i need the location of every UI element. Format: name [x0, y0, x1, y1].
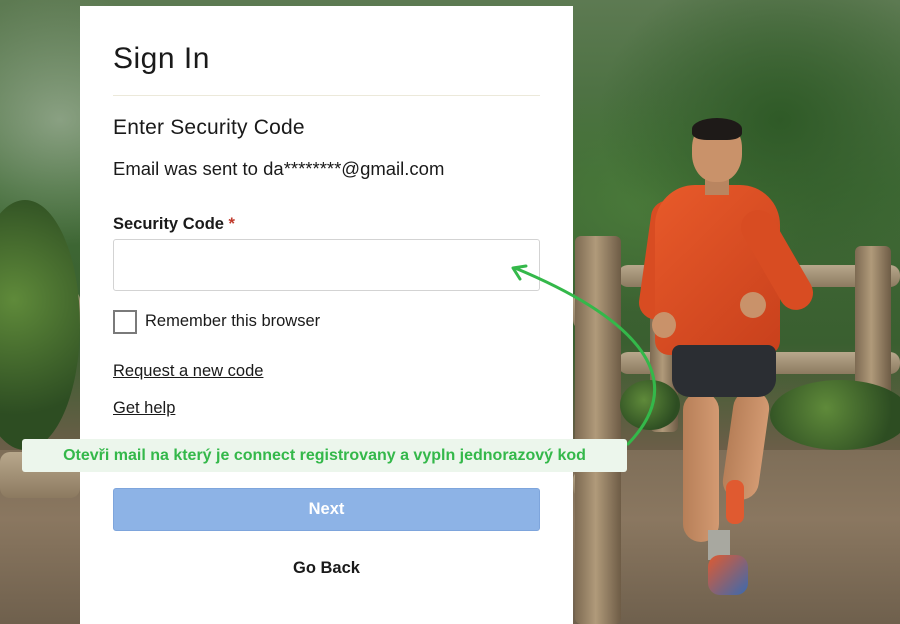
annotation-arrow-line [513, 266, 657, 446]
instruction-callout: Otevři mail na který je connect registro… [22, 439, 627, 472]
annotation-arrow [511, 264, 657, 446]
instruction-callout-text: Otevři mail na který je connect registro… [63, 446, 586, 464]
